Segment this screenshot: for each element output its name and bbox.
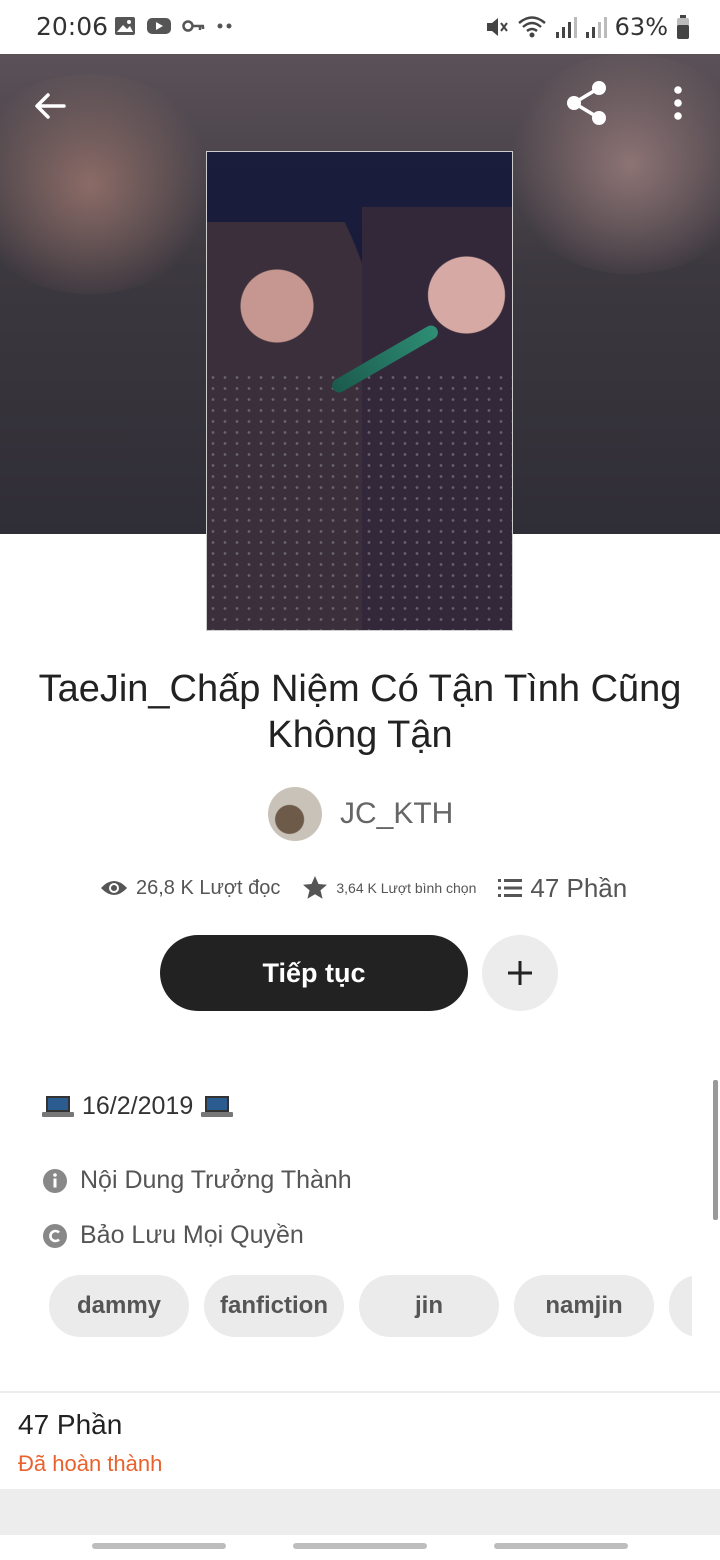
parts-section[interactable]: 47 Phần Đã hoàn thành xyxy=(0,1393,720,1489)
author-name: JC_KTH xyxy=(340,797,454,830)
status-bar: 20:06 63% xyxy=(0,0,720,54)
battery-percent: 63% xyxy=(614,13,668,41)
more-notifications-icon xyxy=(217,23,232,29)
mature-content-label: Nội Dung Trưởng Thành xyxy=(42,1166,352,1195)
nav-recents-button[interactable] xyxy=(92,1543,226,1549)
signal-icon xyxy=(555,17,577,38)
status-time: 20:06 xyxy=(36,12,109,41)
tag-chip[interactable]: dammy xyxy=(49,1275,189,1337)
wifi-icon xyxy=(517,16,546,38)
author-link[interactable]: JC_KTH xyxy=(268,786,453,842)
star-icon xyxy=(303,876,328,899)
battery-icon xyxy=(677,15,689,39)
scrollbar[interactable] xyxy=(713,1080,718,1220)
parts-count: 47 Phần xyxy=(530,872,628,903)
arrow-left-icon xyxy=(35,93,66,119)
system-icons: 63% xyxy=(483,13,690,41)
mature-content-text: Nội Dung Trưởng Thành xyxy=(80,1166,352,1194)
votes-count: 3,64 K Lượt bình chọn xyxy=(336,880,477,896)
key-icon xyxy=(182,20,205,32)
list-icon xyxy=(498,879,523,897)
plus-icon xyxy=(508,961,532,985)
continue-reading-button[interactable]: Tiếp tục xyxy=(160,935,468,1011)
tag-list: dammy fanfiction jin namjin xyxy=(49,1275,692,1337)
stat-parts: 47 Phần xyxy=(498,873,627,904)
nav-back-button[interactable] xyxy=(494,1543,628,1549)
gallery-icon xyxy=(115,17,135,35)
bottom-panel xyxy=(0,1489,720,1535)
completion-status: Đã hoàn thành xyxy=(18,1451,163,1476)
stat-votes: 3,64 K Lượt bình chọn xyxy=(302,875,476,901)
copyright-label: Bảo Lưu Mọi Quyền xyxy=(42,1221,304,1250)
stat-reads: 26,8 K Lượt đọc xyxy=(100,877,280,900)
cover-pattern xyxy=(207,372,512,630)
share-button[interactable] xyxy=(562,78,612,128)
tag-chip[interactable]: jin xyxy=(359,1275,499,1337)
description-date: 16/2/2019 xyxy=(82,1092,194,1120)
tag-chip[interactable]: namjin xyxy=(514,1275,654,1337)
reads-count: 26,8 K Lượt đọc xyxy=(136,876,281,899)
parts-section-count: 47 Phần xyxy=(18,1409,123,1440)
notification-icons xyxy=(114,16,234,36)
signal-icon-2 xyxy=(585,17,607,38)
continue-label: Tiếp tục xyxy=(262,957,366,988)
tag-chip-overflow[interactable] xyxy=(669,1275,692,1337)
laptop-icon xyxy=(42,1095,74,1118)
tag-chip[interactable]: fanfiction xyxy=(204,1275,344,1337)
avatar xyxy=(268,787,322,841)
story-title: TaeJin_Chấp Niệm Có Tận Tình Cũng Không … xyxy=(38,668,682,756)
laptop-icon xyxy=(201,1095,234,1118)
more-vertical-icon xyxy=(674,86,682,120)
system-nav-bar xyxy=(0,1535,720,1560)
youtube-icon xyxy=(147,18,171,34)
story-cover[interactable] xyxy=(206,151,513,631)
copyright-icon xyxy=(43,1223,67,1248)
copyright-text: Bảo Lưu Mọi Quyền xyxy=(80,1221,304,1249)
description-line: 16/2/2019 xyxy=(42,1092,234,1121)
share-icon xyxy=(567,81,606,125)
more-options-button[interactable] xyxy=(662,82,694,124)
nav-home-button[interactable] xyxy=(293,1543,427,1549)
eye-icon xyxy=(101,881,127,895)
add-to-library-button[interactable] xyxy=(482,935,558,1011)
back-button[interactable] xyxy=(30,86,70,126)
mute-icon xyxy=(486,18,508,36)
info-icon xyxy=(43,1168,67,1193)
story-stats: 26,8 K Lượt đọc 3,64 K Lượt bình chọn 47… xyxy=(100,868,640,908)
